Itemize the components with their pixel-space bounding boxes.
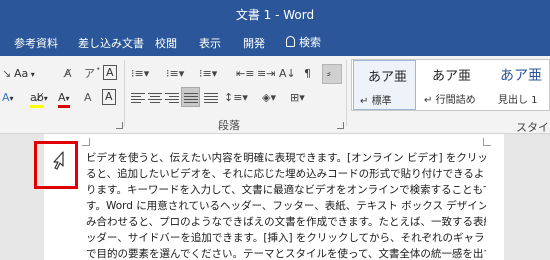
character-shading-icon[interactable]: A	[84, 90, 92, 106]
style-sample: あア亜	[432, 69, 472, 84]
distribute-icon[interactable]	[204, 91, 218, 103]
asian-layout-icon: ⸗	[327, 67, 331, 80]
character-border-icon[interactable]: A	[102, 89, 116, 105]
increase-font-icon[interactable]: ↘	[2, 66, 11, 82]
title-bar: 文書 1 - Word	[0, 0, 550, 29]
tab-developer[interactable]: 開発	[243, 35, 265, 51]
margin-corner-mark	[483, 138, 491, 146]
clear-formatting-button[interactable]: A	[103, 65, 117, 80]
line-spacing-icon[interactable]: ↕≡▾	[224, 90, 248, 106]
align-right-icon[interactable]	[165, 91, 179, 103]
shrink-font-button[interactable]: Aa ▾	[14, 66, 35, 83]
format-painter-icon[interactable]: A̸	[64, 66, 72, 82]
justify-button[interactable]	[181, 87, 200, 107]
paragraph-group-label: 段落	[218, 119, 240, 132]
group-separator	[124, 60, 125, 126]
text-line: ビデオを使うと、伝えたい内容を明確に表現できます。[オンライン ビデオ] をクリ…	[86, 152, 486, 164]
borders-icon[interactable]: ⊞▾	[290, 90, 305, 106]
styles-group-label: スタイル	[516, 121, 550, 134]
text-line: ッダー、サイドバーを追加できます。[挿入] をクリックしてから、それぞれのギャラ…	[86, 232, 486, 244]
margin-corner-mark	[82, 138, 90, 146]
highlighter-icon: ab̸	[30, 91, 44, 104]
tell-me-label: 検索	[299, 36, 321, 49]
text-line: ります。キーワードを入力して、文書に最適なビデオをオンラインで検索することもでき…	[86, 184, 486, 196]
text-effects-icon[interactable]: A▾	[2, 90, 14, 107]
style-sample: あア亜	[500, 68, 542, 84]
bullets-icon[interactable]: ⁝≡▾	[131, 66, 149, 82]
align-left-icon[interactable]	[131, 91, 145, 103]
tab-view[interactable]: 表示	[199, 35, 221, 51]
styles-gallery: あア亜 ↵ 標準 あア亜 ↵ 行間詰め あア亜 見出し 1	[351, 59, 550, 111]
style-heading-1[interactable]: あア亜 見出し 1	[486, 60, 548, 110]
sort-icon[interactable]: A↓	[279, 66, 296, 82]
font-case-label: Aa	[14, 67, 29, 80]
style-no-spacing[interactable]: あア亜 ↵ 行間詰め	[418, 60, 484, 110]
multilevel-list-icon[interactable]: ⁝≡▾	[199, 66, 217, 82]
show-formatting-icon[interactable]: ¶	[304, 66, 311, 82]
group-separator	[346, 60, 347, 126]
justify-icon	[184, 91, 198, 103]
tab-review[interactable]: 校閲	[155, 35, 177, 51]
font-color-swatch	[58, 105, 70, 108]
mouse-pointer-icon	[53, 151, 64, 170]
text-line: で目的の要素を選んでください。テーマとスタイルを使って、文書全体の統一感を出すこ…	[86, 248, 486, 260]
phonetic-guide-icon[interactable]: ア̇	[84, 66, 95, 82]
style-sample: あア亜	[368, 70, 408, 85]
lightbulb-icon	[286, 36, 295, 47]
tab-mailings[interactable]: 差し込み文書	[78, 35, 144, 51]
style-name: 見出し 1	[498, 95, 538, 106]
style-name: ↵ 標準	[360, 96, 392, 107]
text-line: み合わせると、プロのようなできばえの文書を作成できます。たとえば、一致する表紙、…	[86, 216, 486, 228]
font-color-icon: A	[58, 91, 66, 104]
decrease-indent-icon[interactable]: ⇤≡	[236, 66, 254, 82]
window-title: 文書 1 - Word	[235, 8, 315, 22]
numbering-icon[interactable]: ⁝≡▾	[166, 66, 184, 82]
shading-icon[interactable]: ◈▾	[262, 90, 276, 106]
text-line: ると、追加したいビデオを、それに応じた埋め込みコードの形式で貼り付けできるように…	[86, 168, 486, 180]
style-normal[interactable]: あア亜 ↵ 標準	[353, 60, 416, 110]
tell-me-search[interactable]: 検索	[286, 34, 321, 50]
font-dialog-launcher-icon[interactable]	[116, 122, 123, 129]
clear-formatting-label: A	[106, 66, 114, 79]
paragraph-dialog-launcher-icon[interactable]	[337, 122, 344, 129]
ribbon-tabs: 参考資料 差し込み文書 校閲 表示 開発 検索	[0, 29, 550, 56]
asian-layout-button[interactable]: ⸗	[322, 64, 342, 84]
ribbon: ↘ Aa ▾ A̸ ア̇ A A▾ ab̸▾ A▾ A A ⁝≡▾ ⁝≡▾ ⁝≡…	[0, 56, 550, 134]
text-line: す。Word に用意されているヘッダー、フッター、表紙、テキスト ボックス デザ…	[86, 200, 486, 212]
increase-indent-icon[interactable]: ≡⇥	[257, 66, 275, 82]
highlight-color-swatch	[30, 105, 44, 108]
tab-references[interactable]: 参考資料	[14, 35, 58, 51]
style-name: ↵ 行間詰め	[424, 95, 476, 106]
document-body-text[interactable]: ビデオを使うと、伝えたい内容を明確に表現できます。[オンライン ビデオ] をクリ…	[86, 150, 486, 260]
align-center-icon[interactable]	[148, 91, 162, 103]
